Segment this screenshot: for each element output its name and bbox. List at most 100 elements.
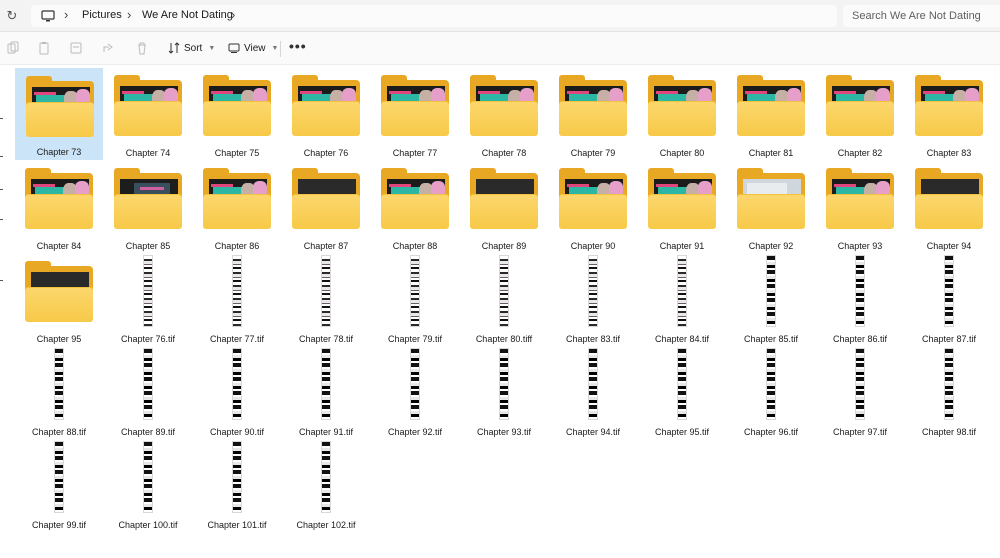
folder-icon	[381, 168, 449, 229]
item-label: Chapter 88.tif	[31, 427, 87, 437]
folder-item[interactable]: Chapter 77	[371, 68, 459, 160]
folder-item[interactable]: Chapter 79	[549, 68, 637, 160]
file-item[interactable]: Chapter 85.tif	[727, 254, 815, 346]
folder-item[interactable]: Chapter 80	[638, 68, 726, 160]
file-item[interactable]: Chapter 96.tif	[727, 347, 815, 439]
file-item[interactable]: Chapter 99.tif	[15, 440, 103, 532]
paste-icon[interactable]	[69, 41, 83, 55]
more-options-button[interactable]: •••	[289, 38, 307, 54]
folder-item[interactable]: Chapter 87	[282, 161, 370, 253]
folder-front	[203, 195, 271, 229]
file-item[interactable]: Chapter 95.tif	[638, 347, 726, 439]
folder-item[interactable]: Chapter 88	[371, 161, 459, 253]
image-thumbnail	[322, 256, 330, 326]
file-item[interactable]: Chapter 86.tif	[816, 254, 904, 346]
folder-item[interactable]: Chapter 78	[460, 68, 548, 160]
item-label: Chapter 92.tif	[387, 427, 443, 437]
image-thumbnail	[856, 256, 864, 326]
folder-item[interactable]: Chapter 82	[816, 68, 904, 160]
file-item[interactable]: Chapter 101.tif	[193, 440, 281, 532]
folder-front	[559, 195, 627, 229]
folder-item[interactable]: Chapter 74	[104, 68, 192, 160]
file-item[interactable]: Chapter 97.tif	[816, 347, 904, 439]
image-thumbnail	[144, 349, 152, 419]
file-item[interactable]: Chapter 92.tif	[371, 347, 459, 439]
folder-icon	[559, 168, 627, 229]
folder-item[interactable]: Chapter 91	[638, 161, 726, 253]
folder-item[interactable]: Chapter 73	[15, 68, 103, 160]
folder-item[interactable]: Chapter 94	[905, 161, 993, 253]
search-input[interactable]	[843, 5, 997, 27]
file-item[interactable]: Chapter 80.tiff	[460, 254, 548, 346]
file-item[interactable]: Chapter 76.tif	[104, 254, 192, 346]
item-label: Chapter 80	[659, 148, 705, 158]
image-thumbnail	[144, 442, 152, 512]
item-label: Chapter 82	[837, 148, 883, 158]
item-label: Chapter 90.tif	[209, 427, 265, 437]
folder-item[interactable]: Chapter 86	[193, 161, 281, 253]
folder-item[interactable]: Chapter 84	[15, 161, 103, 253]
item-label: Chapter 79	[570, 148, 616, 158]
folder-item[interactable]: Chapter 92	[727, 161, 815, 253]
copy-icon[interactable]	[37, 41, 51, 55]
folder-item[interactable]: Chapter 85	[104, 161, 192, 253]
toolbar-divider	[280, 41, 281, 57]
file-item[interactable]: Chapter 94.tif	[549, 347, 637, 439]
folder-front	[26, 103, 94, 137]
view-button[interactable]: View ▼	[228, 38, 278, 58]
file-item[interactable]: Chapter 93.tif	[460, 347, 548, 439]
folder-item[interactable]: Chapter 81	[727, 68, 815, 160]
file-item[interactable]: Chapter 98.tif	[905, 347, 993, 439]
breadcrumb-expand-chevron-icon[interactable]: ›	[231, 7, 235, 22]
folder-item[interactable]: Chapter 95	[15, 254, 103, 346]
folder-front	[114, 102, 182, 136]
item-label: Chapter 90	[570, 241, 616, 251]
image-thumbnail	[945, 349, 953, 419]
item-label: Chapter 102.tif	[296, 520, 356, 530]
folder-item[interactable]: Chapter 76	[282, 68, 370, 160]
file-item[interactable]: Chapter 91.tif	[282, 347, 370, 439]
folder-item[interactable]: Chapter 89	[460, 161, 548, 253]
cut-icon[interactable]	[6, 41, 20, 55]
item-label: Chapter 97.tif	[832, 427, 888, 437]
item-label: Chapter 98.tif	[921, 427, 977, 437]
item-label: Chapter 85	[125, 241, 171, 251]
file-item[interactable]: Chapter 77.tif	[193, 254, 281, 346]
file-item[interactable]: Chapter 87.tif	[905, 254, 993, 346]
sort-button[interactable]: Sort ▼	[168, 38, 215, 58]
delete-icon[interactable]	[135, 41, 149, 55]
item-label: Chapter 73	[36, 147, 82, 157]
image-thumbnail	[233, 256, 241, 326]
file-item[interactable]: Chapter 88.tif	[15, 347, 103, 439]
breadcrumb-pictures[interactable]: Pictures	[82, 9, 122, 21]
file-item[interactable]: Chapter 79.tif	[371, 254, 459, 346]
file-item[interactable]: Chapter 100.tif	[104, 440, 192, 532]
file-item[interactable]: Chapter 89.tif	[104, 347, 192, 439]
folder-icon	[648, 75, 716, 136]
view-icon	[228, 43, 240, 53]
item-label: Chapter 81	[748, 148, 794, 158]
breadcrumb-folder[interactable]: We Are Not Dating	[142, 9, 233, 21]
image-thumbnail	[589, 256, 597, 326]
folder-icon	[26, 76, 94, 137]
file-item[interactable]: Chapter 102.tif	[282, 440, 370, 532]
item-label: Chapter 76.tif	[120, 334, 176, 344]
folder-item[interactable]: Chapter 90	[549, 161, 637, 253]
search-box	[843, 5, 1000, 27]
folder-item[interactable]: Chapter 75	[193, 68, 281, 160]
folder-icon	[292, 168, 360, 229]
file-item[interactable]: Chapter 90.tif	[193, 347, 281, 439]
folder-item[interactable]: Chapter 93	[816, 161, 904, 253]
file-item[interactable]: Chapter 78.tif	[282, 254, 370, 346]
address-box[interactable]: › Pictures › We Are Not Dating ›	[31, 5, 837, 27]
folder-item[interactable]: Chapter 83	[905, 68, 993, 160]
item-label: Chapter 95.tif	[654, 427, 710, 437]
share-icon[interactable]	[102, 41, 116, 55]
refresh-icon[interactable]: ↻	[2, 7, 22, 25]
computer-icon[interactable]	[41, 9, 55, 23]
folder-front	[292, 195, 360, 229]
file-item[interactable]: Chapter 84.tif	[638, 254, 726, 346]
file-item[interactable]: Chapter 83.tif	[549, 254, 637, 346]
item-label: Chapter 93.tif	[476, 427, 532, 437]
folder-icon	[470, 168, 538, 229]
